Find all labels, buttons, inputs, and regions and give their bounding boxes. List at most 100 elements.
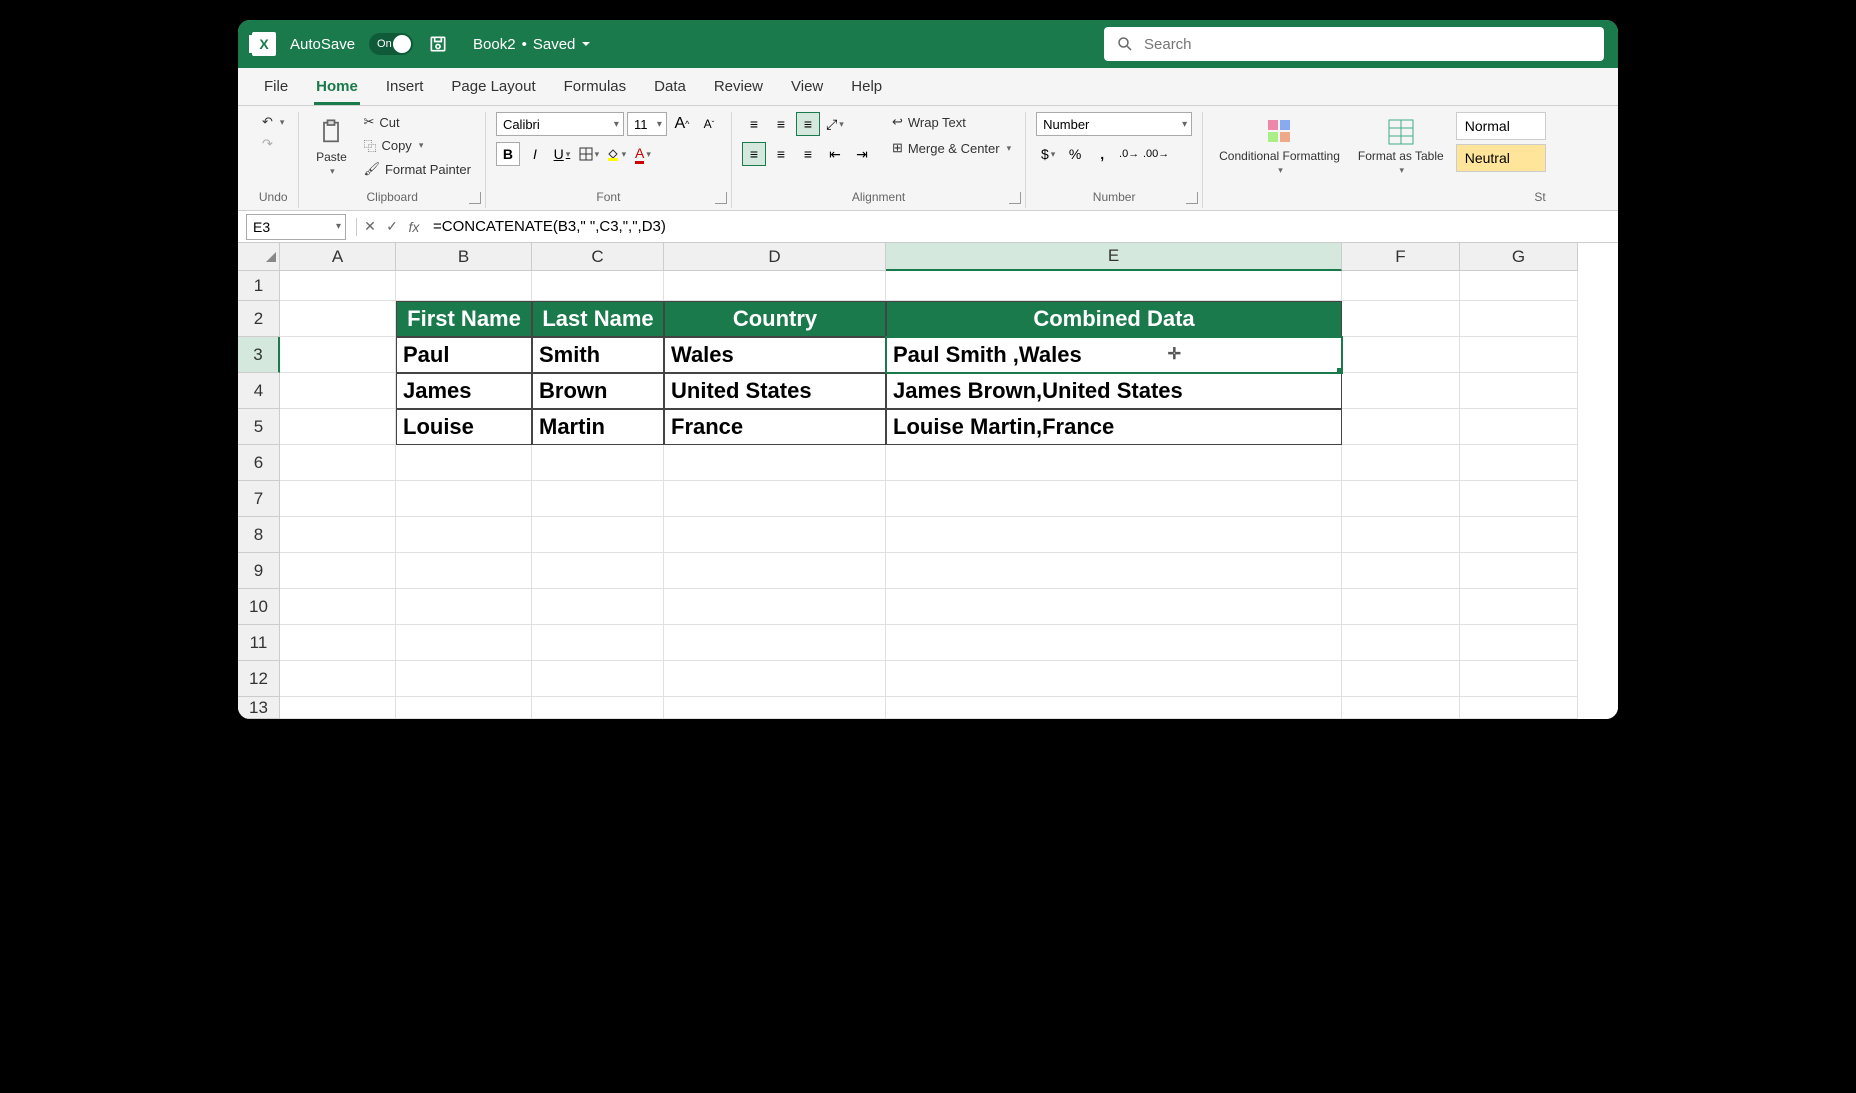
wrap-text-button[interactable]: ↩Wrap Text: [888, 112, 1015, 132]
row-header-3[interactable]: 3: [238, 337, 280, 373]
decrease-decimal-button[interactable]: .00→: [1144, 142, 1168, 166]
cell-d9[interactable]: [664, 553, 886, 589]
cell-c1[interactable]: [532, 271, 664, 301]
align-center-button[interactable]: ≡: [769, 142, 793, 166]
cell-f6[interactable]: [1342, 445, 1460, 481]
copy-button[interactable]: ⿻Copy▾: [359, 134, 475, 157]
tab-view[interactable]: View: [777, 72, 837, 105]
decrease-indent-button[interactable]: ⇤: [823, 142, 847, 166]
cell-f8[interactable]: [1342, 517, 1460, 553]
cell-a5[interactable]: [280, 409, 396, 445]
cell-g7[interactable]: [1460, 481, 1578, 517]
increase-font-button[interactable]: A^: [670, 112, 694, 136]
cell-a10[interactable]: [280, 589, 396, 625]
col-header-f[interactable]: F: [1342, 243, 1460, 271]
align-middle-button[interactable]: ≡: [769, 112, 793, 136]
cell-a2[interactable]: [280, 301, 396, 337]
row-header-11[interactable]: 11: [238, 625, 280, 661]
accounting-format-button[interactable]: $▾: [1036, 142, 1060, 166]
row-header-8[interactable]: 8: [238, 517, 280, 553]
tab-data[interactable]: Data: [640, 72, 700, 105]
cell-e12[interactable]: [886, 661, 1342, 697]
clipboard-launcher[interactable]: [469, 192, 481, 204]
cell-d5[interactable]: France: [664, 409, 886, 445]
merge-center-button[interactable]: ⊞Merge & Center▾: [888, 138, 1015, 158]
cell-c9[interactable]: [532, 553, 664, 589]
format-painter-button[interactable]: 🖌Format Painter: [359, 159, 475, 179]
cell-a12[interactable]: [280, 661, 396, 697]
cell-g4[interactable]: [1460, 373, 1578, 409]
cell-a8[interactable]: [280, 517, 396, 553]
cell-f9[interactable]: [1342, 553, 1460, 589]
cell-e11[interactable]: [886, 625, 1342, 661]
bold-button[interactable]: B: [496, 142, 520, 166]
cell-a11[interactable]: [280, 625, 396, 661]
cell-b5[interactable]: Louise: [396, 409, 532, 445]
cell-b4[interactable]: James: [396, 373, 532, 409]
row-header-1[interactable]: 1: [238, 271, 280, 301]
border-button[interactable]: ▾: [577, 142, 601, 166]
cell-d4[interactable]: United States: [664, 373, 886, 409]
cell-b2[interactable]: First Name: [396, 301, 532, 337]
cell-e2[interactable]: Combined Data: [886, 301, 1342, 337]
cell-d8[interactable]: [664, 517, 886, 553]
cell-f12[interactable]: [1342, 661, 1460, 697]
cell-e4[interactable]: James Brown,United States: [886, 373, 1342, 409]
tab-home[interactable]: Home: [302, 72, 372, 105]
format-as-table-button[interactable]: Format as Table▾: [1352, 112, 1450, 180]
cell-c10[interactable]: [532, 589, 664, 625]
cell-g6[interactable]: [1460, 445, 1578, 481]
cell-b1[interactable]: [396, 271, 532, 301]
cell-b13[interactable]: [396, 697, 532, 719]
col-header-a[interactable]: A: [280, 243, 396, 271]
cell-c13[interactable]: [532, 697, 664, 719]
cell-e5[interactable]: Louise Martin,France: [886, 409, 1342, 445]
cell-g12[interactable]: [1460, 661, 1578, 697]
cell-d13[interactable]: [664, 697, 886, 719]
cell-a7[interactable]: [280, 481, 396, 517]
autosave-toggle[interactable]: On: [369, 33, 413, 55]
tab-insert[interactable]: Insert: [372, 72, 438, 105]
cell-e3[interactable]: Paul Smith ,Wales ✛: [886, 337, 1342, 373]
cell-b12[interactable]: [396, 661, 532, 697]
row-header-10[interactable]: 10: [238, 589, 280, 625]
cell-a9[interactable]: [280, 553, 396, 589]
col-header-e[interactable]: E: [886, 243, 1342, 271]
cut-button[interactable]: ✂Cut: [359, 112, 475, 132]
cell-b9[interactable]: [396, 553, 532, 589]
cell-d1[interactable]: [664, 271, 886, 301]
font-size-combo[interactable]: 11: [627, 112, 667, 136]
increase-decimal-button[interactable]: .0→: [1117, 142, 1141, 166]
cell-g10[interactable]: [1460, 589, 1578, 625]
cell-f7[interactable]: [1342, 481, 1460, 517]
conditional-formatting-button[interactable]: Conditional Formatting▾: [1213, 112, 1346, 180]
tab-formulas[interactable]: Formulas: [550, 72, 641, 105]
search-input[interactable]: [1144, 36, 1592, 53]
save-button[interactable]: [427, 33, 449, 55]
cell-e8[interactable]: [886, 517, 1342, 553]
col-header-g[interactable]: G: [1460, 243, 1578, 271]
redo-button[interactable]: ↷: [258, 134, 288, 154]
cell-g1[interactable]: [1460, 271, 1578, 301]
cell-f10[interactable]: [1342, 589, 1460, 625]
cell-c7[interactable]: [532, 481, 664, 517]
orientation-button[interactable]: ⤢▾: [823, 112, 847, 136]
cell-e1[interactable]: [886, 271, 1342, 301]
row-header-12[interactable]: 12: [238, 661, 280, 697]
cell-c2[interactable]: Last Name: [532, 301, 664, 337]
cell-f3[interactable]: [1342, 337, 1460, 373]
tab-help[interactable]: Help: [837, 72, 896, 105]
cell-c5[interactable]: Martin: [532, 409, 664, 445]
cell-d12[interactable]: [664, 661, 886, 697]
align-right-button[interactable]: ≡: [796, 142, 820, 166]
row-header-5[interactable]: 5: [238, 409, 280, 445]
cell-d2[interactable]: Country: [664, 301, 886, 337]
cell-a3[interactable]: [280, 337, 396, 373]
decrease-font-button[interactable]: Aˇ: [697, 112, 721, 136]
row-header-7[interactable]: 7: [238, 481, 280, 517]
col-header-c[interactable]: C: [532, 243, 664, 271]
cell-a1[interactable]: [280, 271, 396, 301]
cell-b11[interactable]: [396, 625, 532, 661]
cell-c11[interactable]: [532, 625, 664, 661]
cell-b7[interactable]: [396, 481, 532, 517]
